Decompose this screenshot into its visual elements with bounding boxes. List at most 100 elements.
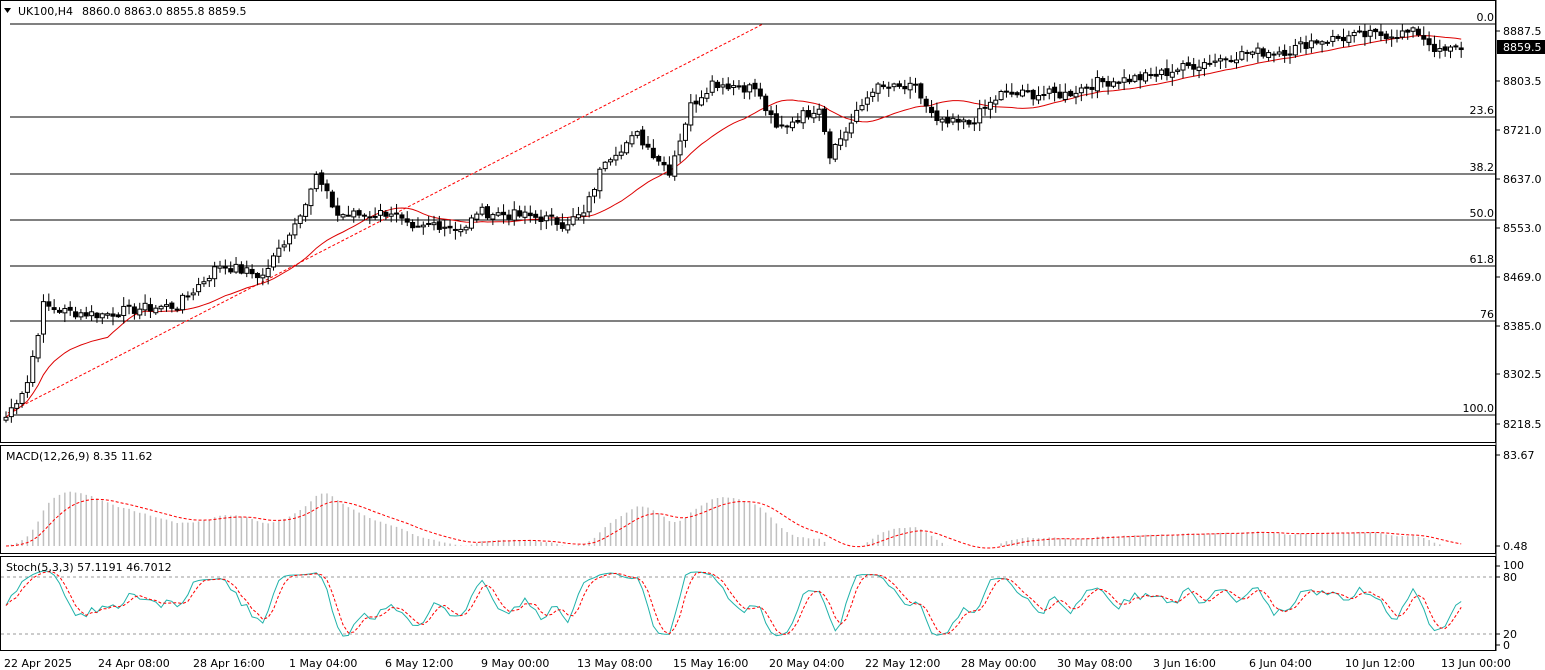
candle [351,207,357,223]
candle-body-bull [351,210,357,218]
candle-body-bull [1298,41,1304,45]
candle-body-bull [907,82,913,91]
candle-body-bear [768,110,774,116]
candle-body-bull [1239,51,1245,60]
candle-body-bull [1078,87,1084,94]
candle-body-bull [62,308,68,314]
candle-body-bull [89,311,95,317]
candle-body-bull [271,255,276,268]
time-label: 20 May 04:00 [769,657,844,670]
candle [832,143,838,163]
time-label: 13 May 08:00 [577,657,652,670]
candle-body-bear [757,88,763,97]
candle-body-bull [158,305,164,310]
candle [83,306,89,319]
price-tick: 8302.5 [1503,368,1542,381]
candles-layer[interactable] [3,23,1464,423]
candle [1458,41,1464,58]
candle-body-bear [929,106,935,114]
candle-body-bull [1448,46,1453,52]
candle-body-bull [939,118,945,123]
candle-body-bear [538,216,544,222]
candle-body-bear [1025,90,1031,93]
candle-body-bull [431,222,437,226]
candle-body-bull [281,244,287,248]
candle-body-bear [896,83,902,87]
candle [410,219,416,232]
candle [442,219,448,237]
candle-body-bear [966,120,972,125]
candle-body-bull [78,312,84,318]
candle-body-bull [987,101,993,110]
fibonacci-levels[interactable]: 0.0 23.6 38.2 50.0 61.8 76 100.0 [7,11,1496,416]
candle [682,122,688,148]
candle [468,214,474,231]
candle [485,204,490,220]
price-tick: 8637.0 [1503,173,1542,186]
candle [543,211,549,230]
candle [222,259,228,275]
candle [538,209,544,231]
candle-body-bull [998,91,1004,101]
candle-body-bull [848,122,854,134]
candle-body-bear [319,172,325,185]
time-label: 6 May 12:00 [385,657,453,670]
candle-body-bull [388,213,394,217]
candle-body-bull [303,204,309,217]
candle-body-bull [121,305,127,316]
chevron-down-icon[interactable] [4,8,11,13]
candle [319,169,325,192]
candle-body-bull [180,294,186,311]
candle [886,81,892,97]
candle-body-bear [1068,90,1074,97]
fib-label-50: 50.0 [1470,207,1495,220]
candle-body-bear [693,100,699,105]
candle [131,303,137,320]
candle [313,171,319,192]
candle-body-bull [142,302,148,311]
candle [923,95,929,113]
candle-body-bull [3,416,9,421]
candle [1308,33,1314,53]
candle-body-bull [1330,35,1336,42]
candle [1105,75,1111,95]
candle [501,204,507,224]
candle [110,307,116,326]
candle-body-bear [501,211,507,216]
candle-body-bull [677,140,683,156]
candle-body-bear [57,309,62,313]
candle-body-bull [634,131,640,136]
candle-body-bull [913,83,918,86]
candle-body-bear [741,85,747,93]
price-tick: 8887.5 [1503,25,1542,38]
candle-body-bull [864,97,870,105]
candle [709,75,715,96]
time-label: 13 Jun 00:00 [1441,657,1511,670]
stoch-pane-border [0,556,1496,651]
candle [1009,83,1015,98]
candle [987,96,993,119]
chart-area[interactable]: UK100,H4 8860.0 8863.0 8855.8 8859.5 0.0… [0,0,1545,670]
candle-body-bull [1169,71,1175,78]
candle [1089,78,1095,99]
candle [875,82,881,102]
candle-body-bull [105,313,111,316]
time-label: 1 May 04:00 [289,657,357,670]
candle-body-bull [608,159,614,163]
candle [1234,52,1239,69]
candle [1362,23,1368,46]
candle-body-bear [549,214,555,217]
candle-body-bull [586,196,592,213]
candle [902,79,908,95]
candle [1421,26,1427,46]
candle-body-bull [1062,91,1068,100]
candle [452,221,458,240]
candle-body-bear [1153,73,1159,77]
price-tick: 8553.0 [1503,222,1542,235]
candle [367,211,373,225]
candle [934,102,940,126]
candle [880,80,886,90]
candle [677,133,683,163]
candle-body-bear [1228,59,1234,63]
candle-body-bull [30,355,36,384]
